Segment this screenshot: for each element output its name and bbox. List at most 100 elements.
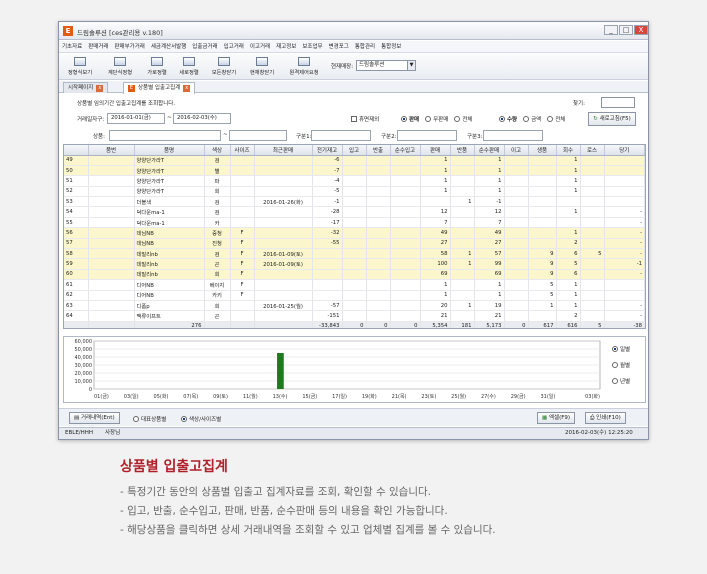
excel-button[interactable]: ▦ 엑셀(F9) bbox=[537, 412, 576, 424]
transaction-detail-button[interactable]: ▤ 거래내역(Ent) bbox=[69, 412, 120, 424]
column-header[interactable]: 색상 bbox=[204, 145, 231, 156]
menu-item[interactable]: 이고거래 bbox=[247, 41, 273, 53]
column-header[interactable]: 로스 bbox=[580, 145, 605, 156]
toolbar-button-tile-vertical[interactable]: 세로정렬 bbox=[175, 56, 203, 78]
table-cell: 베이지 bbox=[204, 279, 231, 291]
table-cell bbox=[528, 196, 557, 208]
table-row[interactable]: 61 디어NB 베이지 F 1 1 5 1 bbox=[64, 279, 645, 291]
column-header[interactable]: 입고 bbox=[342, 145, 367, 156]
tab-start-page[interactable]: 시작페이지 x bbox=[63, 82, 109, 93]
column-header[interactable]: 생품 bbox=[528, 145, 557, 156]
table-cell bbox=[390, 175, 421, 187]
table-cell bbox=[504, 279, 529, 291]
toolbar-button-tile-horizontal[interactable]: 가로정렬 bbox=[143, 56, 171, 78]
menu-item[interactable]: 판매부가거래 bbox=[112, 41, 148, 53]
mode-option[interactable]: 판매 bbox=[401, 116, 419, 123]
sort-option[interactable]: 금액 bbox=[523, 116, 541, 123]
sort-option[interactable]: 수량 bbox=[499, 116, 517, 123]
exclude-dormant-checkbox[interactable]: 휴면제외 bbox=[351, 115, 379, 123]
menu-item[interactable]: 기초자료 bbox=[59, 41, 85, 53]
table-cell bbox=[450, 227, 475, 239]
menu-item[interactable]: 변경포그 bbox=[326, 41, 352, 53]
column-header[interactable]: 순수입고 bbox=[390, 145, 421, 156]
table-row[interactable]: 55 덕다운ma-1 카 -17 7 7 - bbox=[64, 217, 645, 229]
chart-option-yearly[interactable]: 년별 bbox=[612, 377, 630, 385]
tab-close-icon[interactable]: x bbox=[183, 85, 191, 92]
column-header[interactable]: 전기재고 bbox=[312, 145, 343, 156]
date-to-input[interactable]: 2016-02-03(수) bbox=[173, 113, 231, 124]
table-row[interactable]: 64 맥류이프트 곤 -151 21 21 2 - bbox=[64, 310, 645, 322]
maximize-button[interactable]: □ bbox=[619, 25, 633, 35]
chart-option-daily[interactable]: 일별 bbox=[612, 345, 630, 353]
table-row[interactable]: 62 디어NB 카키 F 1 1 5 1 bbox=[64, 290, 645, 301]
close-button[interactable]: X bbox=[634, 25, 648, 35]
radio-icon bbox=[612, 346, 618, 352]
table-cell bbox=[504, 196, 529, 208]
view-option-color-size[interactable]: 색상/사이즈별 bbox=[181, 415, 221, 423]
table-row[interactable]: 52 양양단가라T 회 -5 1 1 1 bbox=[64, 186, 645, 198]
table-row[interactable]: 60 데밀리nb 회 F 69 69 9 6 - bbox=[64, 269, 645, 281]
total-cell bbox=[64, 320, 89, 328]
column-header[interactable]: 회수 bbox=[556, 145, 581, 156]
column-header[interactable]: 판매 bbox=[420, 145, 451, 156]
category3-select[interactable] bbox=[483, 130, 543, 141]
table-row[interactable]: 49 양양단가라T 검 -6 1 1 1 bbox=[64, 155, 645, 166]
mode-option[interactable]: 전체 bbox=[454, 116, 472, 123]
view-option-representative[interactable]: 대표상품별 bbox=[133, 415, 166, 423]
table-row[interactable]: 53 더블색 검 2016-01-26(화) -1 1 -1 bbox=[64, 196, 645, 208]
toolbar-button-remote-support[interactable]: 원격제어요청 bbox=[285, 56, 323, 78]
category1-select[interactable] bbox=[311, 130, 371, 141]
toolbar-button-cascade[interactable]: 계단식정형 bbox=[103, 56, 137, 78]
category2-select[interactable] bbox=[397, 130, 457, 141]
minimize-button[interactable]: _ bbox=[604, 25, 618, 35]
toolbar-button-close-all[interactable]: 모든창닫기 bbox=[207, 56, 241, 78]
menu-item[interactable]: 판매거래 bbox=[85, 41, 111, 53]
tab-product-summary[interactable]: E 상품별 입출고집계 x bbox=[123, 82, 196, 94]
date-from-input[interactable]: 2016-01-01(금) bbox=[107, 113, 165, 124]
menu-item[interactable]: 입고거래 bbox=[221, 41, 247, 53]
table-row[interactable]: 54 덕다운ma-1 검 -28 12 12 1 - bbox=[64, 206, 645, 218]
column-header[interactable]: 품번 bbox=[88, 145, 135, 156]
table-row[interactable]: 58 데밀리nb 검 F 2016-01-09(토) 58 1 57 9 6 5- bbox=[64, 248, 645, 260]
tab-close-icon[interactable]: x bbox=[96, 85, 104, 92]
find-input[interactable] bbox=[601, 97, 635, 108]
table-cell: 양양단가라T bbox=[134, 175, 205, 187]
product-input[interactable] bbox=[109, 130, 221, 141]
toolbar-button-view-form[interactable]: 정형식보기 bbox=[65, 56, 95, 78]
table-row[interactable]: 57 데님NB 진청 F -55 27 27 2 - bbox=[64, 238, 645, 250]
column-header[interactable]: 사이즈 bbox=[230, 145, 255, 156]
menu-item[interactable]: 재고정보 bbox=[273, 41, 299, 53]
table-row[interactable]: 63 디폼p 회 2016-01-25(월) -57 20 1 19 1 1- bbox=[64, 300, 645, 312]
table-cell bbox=[88, 175, 135, 187]
column-header[interactable]: 이고 bbox=[504, 145, 529, 156]
column-header[interactable]: 최근판매 bbox=[254, 145, 313, 156]
company-select[interactable]: 드림솔루션 ▼ bbox=[356, 60, 416, 71]
column-header[interactable]: 순수판매 bbox=[474, 145, 505, 156]
menu-item[interactable]: 통합정보 bbox=[378, 41, 404, 53]
table-row[interactable]: 51 양양단가라T 파 -4 1 1 1 bbox=[64, 175, 645, 187]
product-to-input[interactable] bbox=[229, 130, 287, 141]
table-cell bbox=[254, 269, 313, 281]
table-row[interactable]: 59 데밀리nb 곤 F 2016-01-09(토) 100 1 99 9 5 -1 bbox=[64, 258, 645, 270]
toolbar-button-close-current[interactable]: 현재창닫기 bbox=[245, 56, 279, 78]
column-header[interactable]: 당기 bbox=[604, 145, 645, 156]
menu-item[interactable]: 통합관리 bbox=[352, 41, 378, 53]
menu-item[interactable]: 입출금거래 bbox=[189, 41, 220, 53]
table-row[interactable]: 56 데님NB 중청 F -32 49 49 1 - bbox=[64, 227, 645, 239]
column-header[interactable]: 품명 bbox=[134, 145, 205, 156]
column-header[interactable]: 반품 bbox=[450, 145, 475, 156]
refresh-button[interactable]: ↻ 새로고침(F5) bbox=[588, 112, 636, 126]
chart-option-monthly[interactable]: 월별 bbox=[612, 361, 630, 369]
menu-item[interactable]: 보조업무 bbox=[299, 41, 325, 53]
table-row[interactable]: 50 양양단가라T 별 -7 1 1 1 bbox=[64, 165, 645, 177]
product-summary-grid[interactable]: 품번 품명 색상 사이즈 최근판매 전기재고 입고 반출 순수입고 판매 반품 순수판매 이고 생품 회수 로… bbox=[63, 144, 646, 329]
column-header[interactable] bbox=[64, 145, 89, 156]
menu-item[interactable]: 세금계산서발행 bbox=[148, 41, 189, 53]
print-button[interactable]: ⎙ 인쇄(F10) bbox=[585, 412, 626, 424]
table-cell bbox=[366, 290, 391, 301]
chevron-down-icon[interactable]: ▼ bbox=[407, 60, 416, 71]
column-header[interactable]: 반출 bbox=[366, 145, 391, 156]
mode-option[interactable]: 무판매 bbox=[425, 116, 448, 123]
sort-option[interactable]: 전체 bbox=[547, 116, 565, 123]
table-cell: - bbox=[604, 217, 645, 229]
